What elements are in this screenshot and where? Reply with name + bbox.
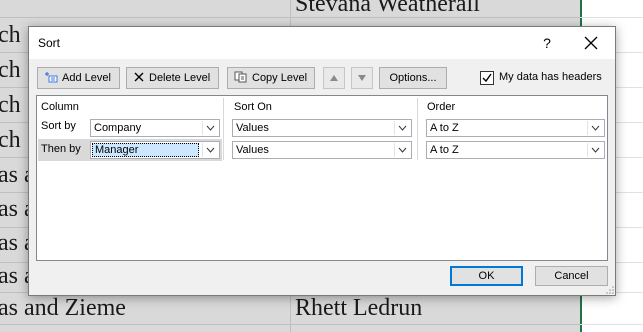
chevron-down-icon[interactable] — [202, 143, 218, 157]
order-select[interactable]: A to Z — [426, 119, 605, 137]
row-divider — [0, 17, 580, 18]
chevron-down-icon[interactable] — [394, 121, 410, 135]
triangle-up-icon — [330, 75, 338, 81]
chevron-down-icon[interactable] — [587, 121, 603, 135]
delete-level-button[interactable]: Delete Level — [126, 67, 219, 89]
options-button[interactable]: Options... — [379, 67, 447, 89]
move-up-button[interactable] — [323, 67, 345, 89]
add-level-button[interactable]: Add Level — [37, 67, 120, 89]
cell-text: ch — [0, 127, 21, 153]
cell-text: Rhett Ledrun — [295, 295, 423, 321]
close-icon — [584, 36, 598, 50]
sort-column-select[interactable]: Company — [90, 119, 220, 137]
cell-text: ch — [0, 57, 21, 83]
chevron-down-icon[interactable] — [394, 143, 410, 157]
chevron-down-icon[interactable] — [587, 143, 603, 157]
options-label: Options... — [389, 72, 437, 84]
cell-text: ch — [0, 92, 21, 118]
column-header: Column — [41, 101, 79, 113]
help-button[interactable]: ? — [537, 33, 557, 53]
headers-checkbox-label[interactable]: My data has headers — [499, 71, 602, 83]
row-divider — [0, 324, 580, 325]
headers-checkbox[interactable] — [480, 71, 494, 85]
sort-on-select[interactable]: Values — [232, 119, 412, 137]
resize-grip-icon[interactable] — [606, 286, 614, 294]
delete-level-label: Delete Level — [149, 72, 211, 84]
sort-on-header: Sort On — [234, 101, 272, 113]
copy-level-button[interactable]: Copy Level — [227, 67, 315, 89]
order-value: A to Z — [430, 122, 459, 134]
dialog-title: Sort — [38, 36, 61, 50]
column-divider — [417, 98, 418, 160]
add-level-label: Add Level — [62, 72, 111, 84]
then-by-label: Then by — [41, 143, 81, 155]
dialog-titlebar[interactable]: Sort ? — [29, 27, 615, 59]
sort-on-value: Values — [236, 122, 269, 134]
copy-icon — [234, 71, 248, 86]
then-order-select[interactable]: A to Z — [426, 141, 605, 159]
close-button[interactable] — [579, 31, 603, 55]
column-divider — [223, 98, 224, 160]
row-divider — [580, 324, 643, 325]
then-sort-on-select[interactable]: Values — [232, 141, 412, 159]
then-order-value: A to Z — [430, 144, 459, 156]
cell-text: Stevana Weatherall — [295, 0, 480, 17]
row-divider — [580, 17, 643, 18]
move-down-button[interactable] — [351, 67, 373, 89]
add-level-icon — [44, 71, 58, 86]
order-header: Order — [427, 101, 456, 113]
cell-text: as and Zieme — [0, 295, 126, 321]
then-column-select[interactable]: Manager — [90, 141, 220, 159]
sort-by-label: Sort by — [41, 120, 76, 132]
cell-text: ch — [0, 22, 21, 48]
sort-levels-grid: Column Sort On Order Sort by Company Val… — [36, 95, 608, 261]
then-sort-on-value: Values — [236, 144, 269, 156]
copy-level-label: Copy Level — [252, 72, 308, 84]
cancel-button[interactable]: Cancel — [535, 266, 608, 286]
delete-icon — [133, 71, 145, 86]
ok-button[interactable]: OK — [450, 266, 523, 286]
then-column-value: Manager — [92, 143, 199, 157]
chevron-down-icon[interactable] — [202, 121, 218, 135]
sort-dialog: Sort ? Add Level Delete Level Copy Level… — [28, 26, 616, 296]
sort-column-value: Company — [94, 122, 142, 134]
triangle-down-icon — [358, 75, 366, 81]
checkmark-icon — [482, 73, 492, 83]
